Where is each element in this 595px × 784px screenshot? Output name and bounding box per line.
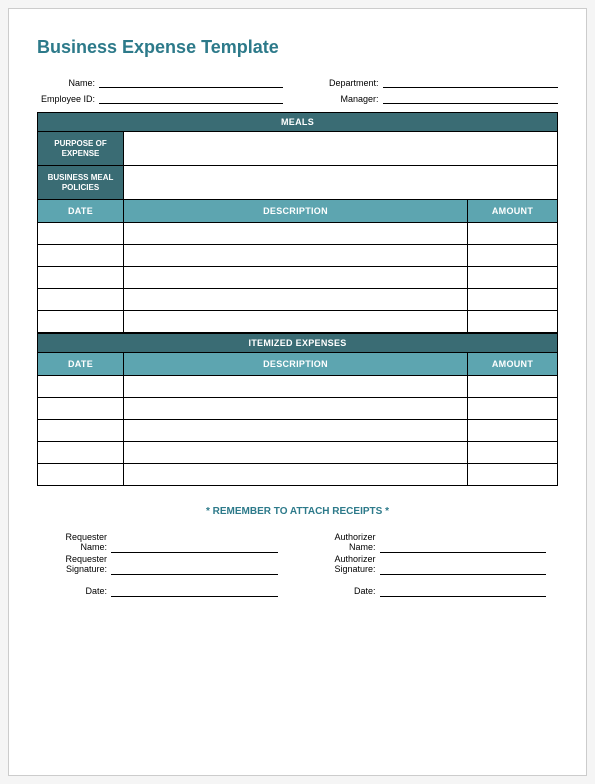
reminder-text: * REMEMBER TO ATTACH RECEIPTS * [37, 506, 558, 517]
desc-cell[interactable] [124, 442, 468, 464]
requester-date-line[interactable] [111, 585, 278, 597]
page-title: Business Expense Template [37, 37, 558, 58]
meals-col-description: DESCRIPTION [124, 200, 468, 223]
name-label: Name: [37, 78, 99, 88]
manager-line[interactable] [383, 92, 559, 104]
desc-cell[interactable] [124, 267, 468, 289]
desc-cell[interactable] [124, 311, 468, 333]
date-cell[interactable] [38, 376, 124, 398]
amount-cell[interactable] [468, 223, 558, 245]
desc-cell[interactable] [124, 376, 468, 398]
employee-id-line[interactable] [99, 92, 283, 104]
header-row-2: Employee ID: Manager: [37, 92, 558, 104]
requester-signature-line[interactable] [111, 563, 278, 575]
amount-cell[interactable] [468, 245, 558, 267]
amount-cell[interactable] [468, 289, 558, 311]
authorizer-column: Authorizer Name: Authorizer Signature: D… [318, 533, 547, 599]
employee-id-label: Employee ID: [37, 94, 99, 104]
employee-id-field: Employee ID: [37, 92, 283, 104]
expense-template-page: Business Expense Template Name: Departme… [8, 8, 587, 776]
table-row [38, 442, 558, 464]
date-cell[interactable] [38, 464, 124, 486]
purpose-label: PURPOSE OF EXPENSE [38, 132, 124, 166]
amount-cell[interactable] [468, 376, 558, 398]
amount-cell[interactable] [468, 398, 558, 420]
itemized-table: ITEMIZED EXPENSES DATE DESCRIPTION AMOUN… [37, 333, 558, 486]
signature-block: Requester Name: Requester Signature: Dat… [37, 533, 558, 599]
desc-cell[interactable] [124, 245, 468, 267]
table-row [38, 223, 558, 245]
itemized-col-description: DESCRIPTION [124, 353, 468, 376]
date-cell[interactable] [38, 398, 124, 420]
requester-column: Requester Name: Requester Signature: Dat… [49, 533, 278, 599]
meals-table: MEALS PURPOSE OF EXPENSE BUSINESS MEAL P… [37, 112, 558, 333]
date-cell[interactable] [38, 245, 124, 267]
amount-cell[interactable] [468, 311, 558, 333]
table-row [38, 376, 558, 398]
manager-label: Manager: [313, 94, 383, 104]
requester-date-label: Date: [49, 587, 111, 597]
desc-cell[interactable] [124, 464, 468, 486]
itemized-col-amount: AMOUNT [468, 353, 558, 376]
table-row [38, 245, 558, 267]
requester-name-line[interactable] [111, 541, 278, 553]
amount-cell[interactable] [468, 267, 558, 289]
itemized-col-date: DATE [38, 353, 124, 376]
department-label: Department: [313, 78, 383, 88]
desc-cell[interactable] [124, 289, 468, 311]
authorizer-name-line[interactable] [380, 541, 547, 553]
name-field: Name: [37, 76, 283, 88]
itemized-header: ITEMIZED EXPENSES [38, 334, 558, 353]
table-row [38, 311, 558, 333]
requester-signature-label: Requester Signature: [49, 555, 111, 575]
manager-field: Manager: [313, 92, 559, 104]
header-row-1: Name: Department: [37, 76, 558, 88]
amount-cell[interactable] [468, 442, 558, 464]
amount-cell[interactable] [468, 464, 558, 486]
desc-cell[interactable] [124, 398, 468, 420]
policies-cell[interactable] [124, 166, 558, 200]
department-field: Department: [313, 76, 559, 88]
name-line[interactable] [99, 76, 283, 88]
date-cell[interactable] [38, 311, 124, 333]
authorizer-date-line[interactable] [380, 585, 547, 597]
meals-col-amount: AMOUNT [468, 200, 558, 223]
table-row [38, 464, 558, 486]
meals-col-date: DATE [38, 200, 124, 223]
date-cell[interactable] [38, 267, 124, 289]
authorizer-name-label: Authorizer Name: [318, 533, 380, 553]
authorizer-signature-label: Authorizer Signature: [318, 555, 380, 575]
date-cell[interactable] [38, 223, 124, 245]
authorizer-date-label: Date: [318, 587, 380, 597]
date-cell[interactable] [38, 289, 124, 311]
department-line[interactable] [383, 76, 559, 88]
policies-label: BUSINESS MEAL POLICIES [38, 166, 124, 200]
purpose-cell[interactable] [124, 132, 558, 166]
table-row [38, 289, 558, 311]
table-row [38, 398, 558, 420]
date-cell[interactable] [38, 442, 124, 464]
authorizer-signature-line[interactable] [380, 563, 547, 575]
date-cell[interactable] [38, 420, 124, 442]
requester-name-label: Requester Name: [49, 533, 111, 553]
meals-header: MEALS [38, 113, 558, 132]
amount-cell[interactable] [468, 420, 558, 442]
desc-cell[interactable] [124, 420, 468, 442]
table-row [38, 420, 558, 442]
table-row [38, 267, 558, 289]
desc-cell[interactable] [124, 223, 468, 245]
